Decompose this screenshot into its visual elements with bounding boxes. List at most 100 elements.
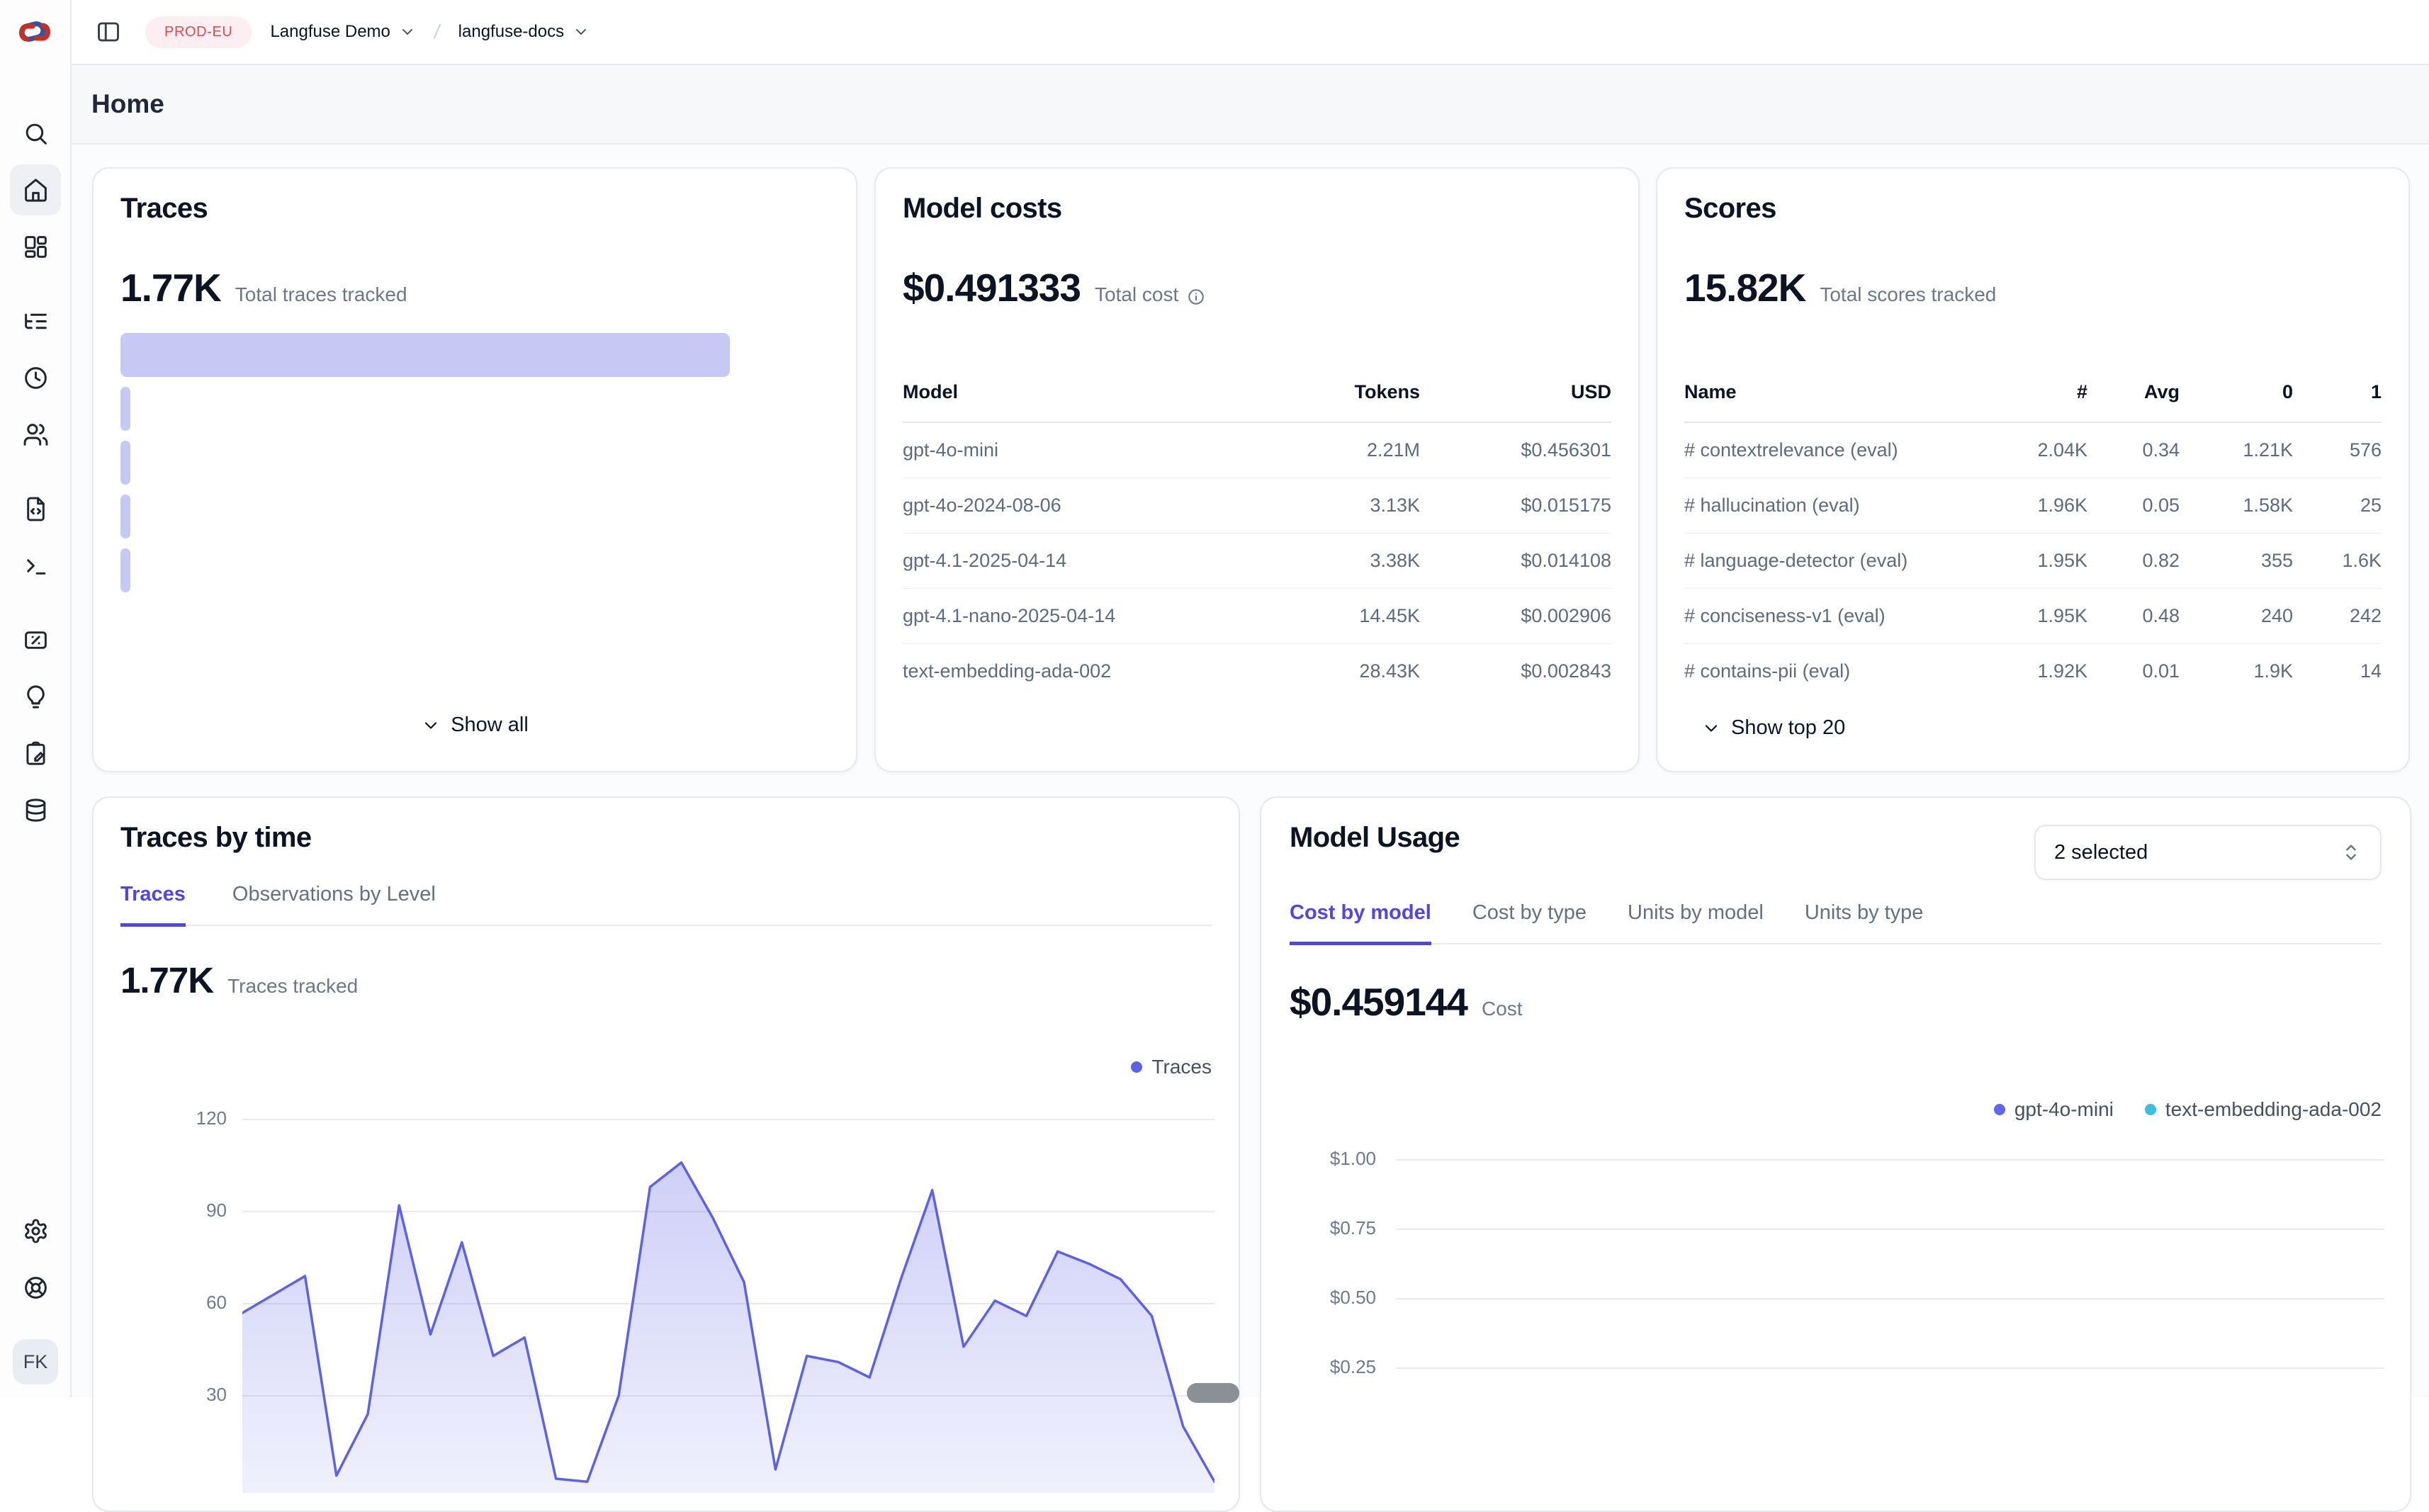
model-usage-card: Model Usage 2 selected Cost by modelCost… <box>1260 796 2411 1512</box>
legend-dot-icon <box>1994 1104 2005 1115</box>
sidebar-item-playground-terminal[interactable] <box>10 540 61 591</box>
settings-gear-icon <box>23 1218 49 1244</box>
column-header: Model <box>903 381 1257 403</box>
cost-metric-label: Cost <box>1482 998 1523 1020</box>
row-value: 1.6K <box>2293 550 2382 572</box>
traces-metric-label: Total traces tracked <box>235 283 407 306</box>
bar <box>120 495 130 538</box>
breadcrumb-project[interactable]: langfuse-docs <box>458 22 590 42</box>
column-header: USD <box>1420 381 1611 403</box>
row-label: gpt-4.1-2025-04-14 <box>903 550 1257 572</box>
avatar[interactable]: FK <box>13 1339 58 1384</box>
column-header: # <box>1981 381 2087 403</box>
bar <box>120 441 130 485</box>
row-label: # language-detector (eval) <box>1684 550 1981 572</box>
row-value: 240 <box>2180 605 2293 627</box>
legend-dot-icon <box>2145 1104 2156 1115</box>
organization-name: Langfuse Demo <box>270 22 390 42</box>
trace-bar-row[interactable] <box>120 333 829 377</box>
sidebar-item-home[interactable] <box>10 164 61 215</box>
support-lifebuoy-icon <box>23 1275 49 1301</box>
table-row: # language-detector (eval)1.95K0.823551.… <box>1684 534 2382 589</box>
search-icon <box>23 120 49 147</box>
model-selector[interactable]: 2 selected <box>2034 825 2382 880</box>
trace-bar-row[interactable] <box>120 548 829 592</box>
row-value: 14 <box>2293 660 2382 682</box>
sidebar-toggle-icon[interactable] <box>94 18 123 46</box>
breadcrumb-separator: / <box>433 21 441 43</box>
sidebar-item-users[interactable] <box>10 409 61 460</box>
langfuse-logo[interactable] <box>17 16 52 50</box>
row-label: gpt-4o-mini <box>903 439 1257 461</box>
datasets-database-icon <box>23 797 49 823</box>
sidebar-item-prompts-file-code[interactable] <box>10 483 61 534</box>
project-name: langfuse-docs <box>458 22 564 42</box>
row-label: gpt-4o-2024-08-06 <box>903 495 1257 517</box>
chevron-down-icon <box>399 23 416 40</box>
table-row: # contextrelevance (eval)2.04K0.341.21K5… <box>1684 423 2382 478</box>
page-title: Home <box>91 89 164 119</box>
sidebar-item-sessions-clock[interactable] <box>10 352 61 403</box>
sidebar-item-scores-percent[interactable] <box>10 614 61 665</box>
sidebar-item-annotation-clipboard[interactable] <box>10 728 61 779</box>
tab-observations-by-level[interactable]: Observations by Level <box>232 883 436 927</box>
show-top-20-label: Show top 20 <box>1731 716 1845 740</box>
card-title: Traces by time <box>120 822 312 854</box>
row-value: 2.21M <box>1257 439 1420 461</box>
sidebar-item-evaluation-lightbulb[interactable] <box>10 671 61 722</box>
trace-bar-row[interactable] <box>120 495 829 538</box>
y-axis-tick-label: 30 <box>120 1384 227 1406</box>
y-axis-tick-label: $0.75 <box>1280 1217 1376 1239</box>
sidebar-item-tracing[interactable] <box>10 295 61 346</box>
bar <box>120 548 130 592</box>
row-label: # conciseness-v1 (eval) <box>1684 605 1981 627</box>
tab-units-by-model[interactable]: Units by model <box>1628 901 1764 945</box>
info-icon[interactable] <box>1187 288 1205 306</box>
legend-dot-icon <box>1131 1061 1142 1073</box>
legend-label: text-embedding-ada-002 <box>2165 1098 2382 1121</box>
table-row: gpt-4o-mini2.21M$0.456301 <box>903 423 1611 478</box>
bar <box>120 387 130 431</box>
traces-tracked-metric: 1.77K <box>120 959 213 1001</box>
sidebar-item-datasets-database[interactable] <box>10 784 61 835</box>
scores-metric-label: Total scores tracked <box>1820 283 1996 306</box>
sidebar-item-settings-gear[interactable] <box>10 1205 61 1256</box>
sidebar-item-dashboards[interactable] <box>10 221 61 272</box>
column-header: 0 <box>2180 381 2293 403</box>
show-all-button[interactable]: Show all <box>94 713 856 737</box>
table-row: gpt-4o-2024-08-063.13K$0.015175 <box>903 478 1611 534</box>
y-axis-tick-label: 120 <box>120 1107 227 1129</box>
model-costs-metric-label: Total cost <box>1095 283 1205 306</box>
traces-card: Traces 1.77K Total traces tracked Show a… <box>92 167 857 772</box>
row-value: $0.456301 <box>1420 439 1611 461</box>
row-value: 1.9K <box>2180 660 2293 682</box>
tab-traces[interactable]: Traces <box>120 883 186 927</box>
tab-cost-by-model[interactable]: Cost by model <box>1290 901 1431 945</box>
tab-units-by-type[interactable]: Units by type <box>1805 901 1924 945</box>
sidebar-item-search[interactable] <box>10 108 61 159</box>
trace-bar-row[interactable] <box>120 387 829 431</box>
show-all-label: Show all <box>451 713 529 737</box>
y-axis-tick-label: 60 <box>120 1292 227 1314</box>
trace-bar-row[interactable] <box>120 441 829 485</box>
tracing-icon <box>23 308 49 334</box>
tab-cost-by-type[interactable]: Cost by type <box>1472 901 1587 945</box>
traces-chart-legend: Traces <box>1131 1056 1212 1078</box>
row-value: 242 <box>2293 605 2382 627</box>
show-top-20-button[interactable]: Show top 20 <box>1701 716 1845 740</box>
page-header: Home <box>72 65 2429 145</box>
chevron-down-icon <box>573 23 590 40</box>
breadcrumb-organization[interactable]: Langfuse Demo <box>270 22 415 42</box>
scores-percent-icon <box>23 627 49 653</box>
card-title: Scores <box>1684 193 1776 225</box>
annotation-clipboard-icon <box>23 740 49 767</box>
y-axis-tick-label: $0.25 <box>1280 1356 1376 1378</box>
model-usage-tabs: Cost by model Cost by type Units by model U… <box>1290 901 2382 944</box>
traces-by-time-tabs: Traces Observations by Level <box>120 883 1212 926</box>
row-value: 355 <box>2180 550 2293 572</box>
table-row: text-embedding-ada-00228.43K$0.002843 <box>903 644 1611 699</box>
horizontal-scrollbar-thumb[interactable] <box>1187 1383 1239 1403</box>
sidebar-item-support-lifebuoy[interactable] <box>10 1262 61 1313</box>
scores-table: Name#Avg01# contextrelevance (eval)2.04K… <box>1684 381 2382 699</box>
row-value: $0.014108 <box>1420 550 1611 572</box>
